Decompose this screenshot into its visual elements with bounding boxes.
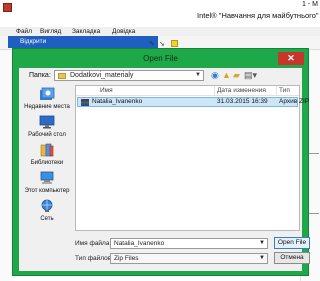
dialog-titlebar[interactable]: Open File ✕ [13, 49, 308, 68]
zip-archive-icon [81, 99, 89, 106]
desktop-icon [39, 115, 55, 129]
open-tab-label: Відкрити [20, 38, 47, 45]
app-icon [3, 3, 12, 12]
open-tab[interactable]: Відкрити [8, 36, 158, 48]
file-type-select[interactable]: Zip Files ▼ [110, 253, 268, 264]
file-name-input[interactable]: Natalia_Ivanenko ▼ [110, 238, 268, 249]
app-left-strip [0, 50, 12, 281]
column-header-type[interactable]: Тип [279, 87, 290, 94]
file-name: Natalia_Ivanenko [92, 98, 143, 105]
folder-icon [58, 73, 66, 79]
menu-help[interactable]: Довідка [112, 28, 135, 35]
look-in-label: Папка: [29, 72, 51, 79]
place-label: Этот компьютер [24, 188, 70, 194]
menu-file[interactable]: Файл [16, 28, 32, 35]
close-button[interactable]: ✕ [278, 52, 304, 65]
file-name-value: Natalia_Ivanenko [114, 240, 165, 247]
dialog-title: Open File [143, 54, 178, 63]
place-label: Сеть [40, 216, 54, 222]
place-label: Библиотеки [30, 160, 64, 166]
place-label: Рабочий стол [28, 132, 66, 138]
file-list[interactable]: Имя Дата изменения Тип Natalia_Ivanenko … [75, 85, 309, 231]
view-menu-icon[interactable]: ▤▾ [244, 69, 257, 81]
menu-view[interactable]: Вигляд [40, 28, 61, 35]
column-header-name[interactable]: Имя [100, 87, 113, 94]
open-file-button[interactable]: Open File [274, 237, 310, 249]
file-row[interactable]: Natalia_Ivanenko 31.03.2015 16:39 Архив … [77, 97, 309, 107]
file-list-header: Имя Дата изменения Тип [76, 86, 299, 96]
up-folder-icon[interactable]: ▲ [222, 69, 231, 81]
arrow-icon[interactable]: ➘ [159, 40, 166, 48]
pencil-icon[interactable]: ✎ [149, 40, 156, 48]
computer-icon [40, 171, 54, 184]
open-file-dialog: Open File ✕ Папка: Dodatkovi_materialy ▼… [12, 48, 310, 276]
app-menubar: Файл Вигляд Закладка Довідка [0, 27, 320, 36]
column-header-date[interactable]: Дата изменения [217, 87, 266, 94]
place-label: Недавние места [24, 104, 70, 110]
chevron-down-icon[interactable]: ▼ [259, 240, 265, 246]
file-date: 31.03.2015 16:39 [217, 98, 268, 105]
dialog-body: Папка: Dodatkovi_materialy ▼ ◉ ▲ ▰ ▤▾ Не… [19, 68, 310, 271]
look-in-dropdown[interactable]: Dodatkovi_materialy ▼ [54, 70, 204, 81]
menu-bookmarks[interactable]: Закладка [72, 28, 100, 35]
app-titlebar: Intel® "Навчання для майбутнього" 1 - М [0, 0, 320, 27]
file-type-label: Тип файлов: [75, 255, 113, 262]
cancel-button[interactable]: Отмена [274, 252, 310, 264]
places-bar: Недавние места Рабочий стол Библиотеки Э… [21, 87, 73, 227]
look-in-value: Dodatkovi_materialy [70, 72, 134, 79]
chevron-down-icon[interactable]: ▼ [259, 255, 265, 261]
place-network[interactable]: Сеть [21, 199, 73, 233]
libraries-icon [40, 143, 54, 157]
note-icon[interactable] [171, 40, 178, 47]
window-title-fragment: 1 - М [302, 1, 318, 8]
file-name-label: Имя файла: [75, 240, 112, 247]
chevron-down-icon: ▼ [195, 72, 201, 78]
file-type: Архив ZIP [279, 98, 310, 105]
network-icon [41, 199, 53, 212]
new-folder-icon[interactable]: ▰ [233, 69, 240, 81]
recent-places-icon [40, 87, 55, 100]
file-type-value: Zip Files [114, 255, 139, 262]
app-title: Intel® "Навчання для майбутнього" [197, 11, 319, 20]
back-icon[interactable]: ◉ [211, 69, 219, 81]
